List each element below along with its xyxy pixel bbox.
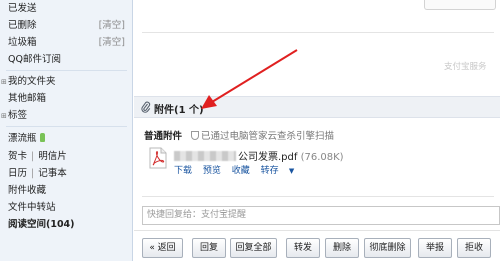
sidebar-item-trash[interactable]: 垃圾箱 [清空] [0, 34, 133, 51]
sidebar-item-reading-space[interactable]: 阅读空间(104) [0, 216, 133, 233]
mail-reader: 支付宝服务 附件(1 个) 普通附件 已通过电脑管家云查杀引擎扫描 公司发票.p… [134, 0, 500, 261]
sidebar-item-label: 文件中转站 [8, 202, 56, 213]
scan-status-text: 已通过电脑管家云查杀引擎扫描 [201, 131, 335, 142]
divider [142, 32, 494, 33]
divider [6, 126, 127, 127]
attachment-header: 附件(1 个) [134, 96, 500, 118]
delete-permanently-button[interactable]: 彻底删除 [364, 238, 411, 258]
sidebar-item-label: 已发送 [8, 3, 37, 14]
sidebar-item-qq-subscriptions[interactable]: QQ邮件订阅 [0, 51, 133, 68]
reply-all-button[interactable]: 回复全部 [230, 238, 277, 258]
sidebar-item-file-transfer[interactable]: 文件中转站 [0, 199, 133, 216]
sidebar-item-notepad[interactable]: 记事本 [38, 168, 67, 179]
report-button[interactable]: 举报 [418, 238, 452, 258]
sidebar-item-label: 附件收藏 [8, 185, 47, 196]
expand-icon[interactable]: ⊞ [1, 74, 8, 91]
attachment-type-row: 普通附件 已通过电脑管家云查杀引擎扫描 [144, 128, 334, 142]
expand-icon[interactable]: ⊞ [1, 108, 8, 125]
delete-button[interactable]: 删除 [325, 238, 359, 258]
sidebar-item-drift-bottle[interactable]: 漂流瓶 [0, 130, 133, 147]
pdf-file-icon[interactable] [149, 147, 167, 169]
sidebar-item-label: 我的文件夹 [8, 76, 56, 87]
sidebar-item-label: 垃圾箱 [8, 37, 37, 48]
chevron-down-icon: ▼ [286, 167, 295, 175]
empty-trash-link[interactable]: [清空] [99, 34, 125, 51]
divider [142, 196, 494, 197]
sidebar-item-greeting-card[interactable]: 贺卡 [8, 151, 27, 162]
preview-link[interactable]: 预览 [203, 166, 221, 176]
favorite-link[interactable]: 收藏 [232, 166, 250, 176]
sidebar-item-other-mailboxes[interactable]: 其他邮箱 [0, 90, 133, 107]
sidebar-item-tags[interactable]: ⊞标签 [0, 107, 133, 124]
attachment-type-label: 普通附件 [144, 131, 183, 142]
bottle-icon [39, 133, 45, 142]
forward-button[interactable]: 转发 [286, 238, 320, 258]
sidebar: 已发送 已删除 [清空] 垃圾箱 [清空] QQ邮件订阅 ⊞我的文件夹 其他邮箱… [0, 0, 133, 261]
sidebar-item-sent[interactable]: 已发送 [0, 0, 133, 17]
reject-button[interactable]: 拒收 [457, 238, 491, 258]
bottom-toolbar: « 返回 回复 回复全部 转发 删除 彻底删除 举报 拒收 [134, 230, 500, 261]
empty-deleted-link[interactable]: [清空] [99, 17, 125, 34]
sidebar-item-postcard[interactable]: 明信片 [38, 151, 67, 162]
back-button[interactable]: « 返回 [142, 238, 183, 258]
reply-button[interactable]: 回复 [192, 238, 226, 258]
download-link[interactable]: 下载 [174, 166, 192, 176]
faint-sender-text: 支付宝服务 [444, 62, 487, 72]
sidebar-item-label: 标签 [8, 110, 28, 121]
sidebar-item-attachment-favorites[interactable]: 附件收藏 [0, 182, 133, 199]
sidebar-item-tools: 日历 | 记事本 [8, 168, 67, 179]
attachment-file-name: 公司发票.pdf [238, 152, 298, 163]
sidebar-item-my-folders[interactable]: ⊞我的文件夹 [0, 73, 133, 90]
sidebar-item-label: 其他邮箱 [8, 93, 47, 104]
sidebar-item-label: 阅读空间(104) [8, 219, 75, 230]
header-dropdown[interactable] [424, 0, 496, 10]
paperclip-icon [141, 101, 151, 113]
sidebar-item-label: 已删除 [8, 20, 37, 31]
attachment-count-title: 附件(1 个) [154, 105, 204, 116]
save-to-link[interactable]: 转存 ▼ [261, 166, 303, 176]
sidebar-item-deleted[interactable]: 已删除 [清空] [0, 17, 133, 34]
attachment-file[interactable]: 公司发票.pdf (76.08K) [174, 148, 344, 163]
redacted-filename-prefix [174, 151, 236, 161]
divider [6, 70, 127, 71]
sidebar-item-cards: 贺卡 | 明信片 [8, 151, 67, 162]
sidebar-item-label: 漂流瓶 [8, 133, 37, 144]
sidebar-item-calendar[interactable]: 日历 [8, 168, 27, 179]
attachment-file-size: (76.08K) [300, 152, 344, 163]
shield-icon [191, 131, 200, 140]
quick-reply-input[interactable]: 快捷回复给：支付宝提醒 [142, 206, 500, 225]
sidebar-item-label: QQ邮件订阅 [8, 54, 61, 65]
attachment-actions: 下载 预览 收藏 转存 ▼ [174, 163, 310, 176]
